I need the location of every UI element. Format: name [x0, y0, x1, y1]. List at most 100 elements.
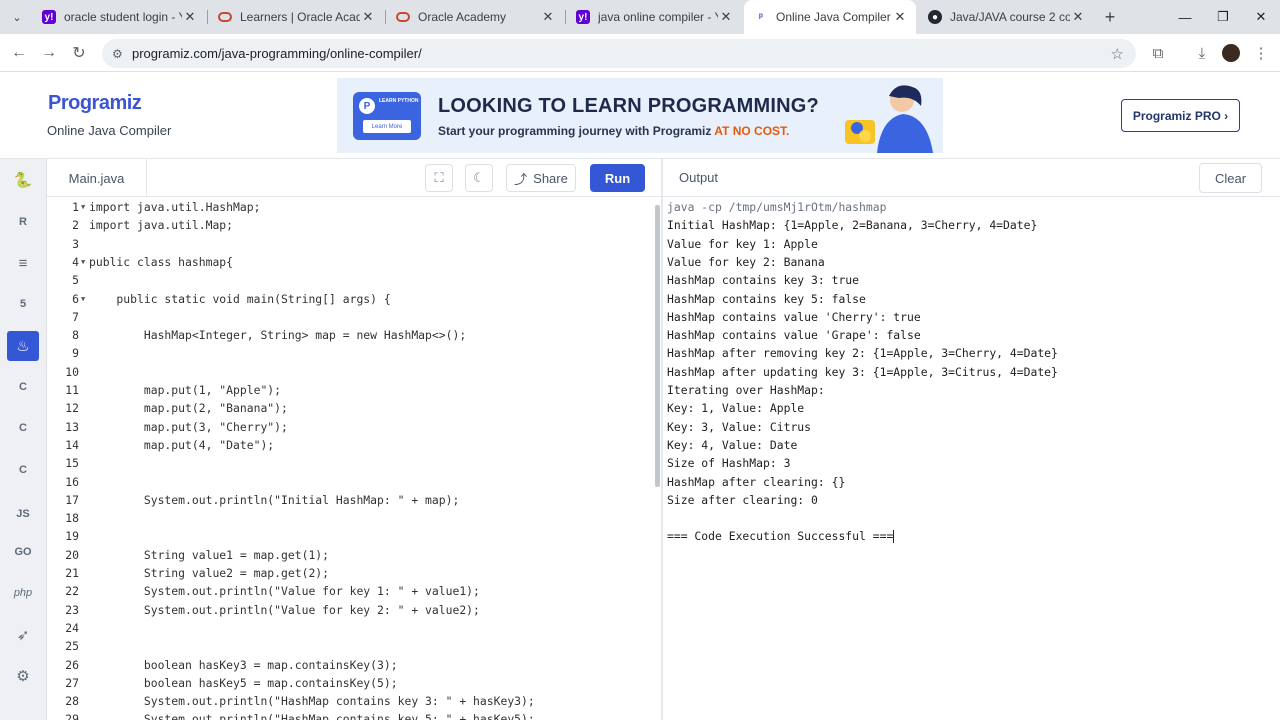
code-line[interactable]: 3 [47, 235, 653, 253]
programiz-pro-button[interactable]: Programiz PRO › [1121, 99, 1240, 132]
code-line[interactable]: 4 ▼ public class hashmap{ [47, 253, 653, 271]
browser-menu-icon[interactable]: ⋮ [1250, 42, 1272, 64]
dark-mode-moon-icon[interactable]: ☾ [465, 164, 493, 192]
code-text: public static void main(String[] args) { [89, 291, 391, 306]
code-line[interactable]: 13 map.put(3, "Cherry"); [47, 418, 653, 436]
reload-icon[interactable]: ↻ [68, 42, 90, 64]
code-line[interactable]: 12 map.put(2, "Banana"); [47, 399, 653, 417]
back-icon[interactable]: ← [8, 42, 30, 64]
code-line[interactable]: 24 [47, 619, 653, 637]
run-button[interactable]: Run [590, 164, 645, 192]
code-text: String value2 = map.get(2); [89, 566, 330, 580]
forward-icon[interactable]: → [38, 42, 60, 64]
rust-icon[interactable]: ⚙ [7, 661, 39, 691]
output-line: Value for key 1: Apple [667, 235, 818, 253]
pane-divider[interactable] [661, 159, 663, 720]
clear-button[interactable]: Clear [1199, 163, 1262, 193]
fold-arrow-icon[interactable]: ▼ [79, 203, 89, 211]
swift-icon[interactable]: ➶ [7, 620, 39, 650]
minimize-icon[interactable]: — [1166, 0, 1204, 34]
code-line[interactable]: 5 [47, 271, 653, 289]
site-info-icon[interactable]: ⚙ [112, 47, 126, 61]
fullscreen-icon[interactable]: ⛶ [425, 164, 453, 192]
code-line[interactable]: 15 [47, 454, 653, 472]
code-line[interactable]: 23 System.out.println("Value for key 2: … [47, 601, 653, 619]
close-tab-icon[interactable]: ✕ [1070, 9, 1086, 25]
close-tab-icon[interactable]: ✕ [892, 9, 908, 25]
code-editor[interactable]: 1 ▼ import java.util.HashMap; 2 import java.… [47, 198, 653, 720]
downloads-icon[interactable]: ⤓ [1191, 42, 1213, 64]
code-line[interactable]: 8 HashMap<Integer, String> map = new Has… [47, 326, 653, 344]
java-icon[interactable]: ♨ [7, 331, 39, 361]
output-line: HashMap contains key 3: true [667, 271, 859, 289]
browser-tab[interactable]: ● Java/JAVA course 2 compl ✕ [918, 0, 1094, 34]
bookmark-star-icon[interactable]: ☆ [1111, 45, 1124, 63]
new-tab-icon[interactable]: + [1100, 7, 1120, 27]
code-line[interactable]: 14 map.put(4, "Date"); [47, 436, 653, 454]
url-text[interactable]: programiz.com/java-programming/online-co… [132, 46, 422, 61]
javascript-icon[interactable]: JS [7, 499, 39, 529]
close-tab-icon[interactable]: ✕ [182, 9, 198, 25]
go-icon[interactable]: GO [7, 537, 39, 567]
code-line[interactable]: 27 boolean hasKey5 = map.containsKey(5); [47, 674, 653, 692]
code-line[interactable]: 16 [47, 473, 653, 491]
logo-text: Programiz [48, 92, 142, 114]
code-line[interactable]: 9 [47, 344, 653, 362]
ad-banner[interactable]: P LEARN PYTHON Learn More LOOKING TO LEA… [337, 78, 943, 153]
share-button[interactable]: ⤴ Share [506, 164, 576, 192]
extensions-icon[interactable]: ⧉ [1147, 42, 1169, 64]
code-line[interactable]: 11 map.put(1, "Apple"); [47, 381, 653, 399]
python-icon[interactable]: 🐍 [7, 165, 39, 195]
browser-tab-active[interactable]: ᵖ Online Java Compiler - Pro ✕ [744, 0, 916, 34]
c-icon[interactable]: C [7, 372, 39, 402]
code-line[interactable]: 18 [47, 509, 653, 527]
output-line: === Code Execution Successful === [667, 527, 895, 545]
code-text: map.put(1, "Apple"); [89, 383, 282, 397]
line-number: 29 [65, 712, 79, 720]
code-line[interactable]: 29 System.out.println("HashMap contains … [47, 710, 653, 720]
code-line[interactable]: 28 System.out.println("HashMap contains … [47, 692, 653, 710]
fold-arrow-icon[interactable]: ▼ [79, 258, 89, 266]
code-line[interactable]: 26 boolean hasKey3 = map.containsKey(3); [47, 656, 653, 674]
code-line[interactable]: 21 String value2 = map.get(2); [47, 564, 653, 582]
file-tab-main-java[interactable]: Main.java [47, 159, 147, 197]
code-line[interactable]: 6 ▼ public static void main(String[] args… [47, 290, 653, 308]
code-line[interactable]: 25 [47, 637, 653, 655]
browser-tab[interactable]: Oracle Academy ✕ [386, 0, 564, 34]
code-line[interactable]: 7 [47, 308, 653, 326]
r-icon[interactable]: R [7, 207, 39, 237]
output-text: HashMap after clearing: {} [667, 474, 846, 489]
editor-scrollbar[interactable] [655, 205, 660, 487]
output-text: Value for key 2: Banana [667, 254, 825, 269]
code-text: System.out.println("Value for key 1: " +… [89, 584, 480, 599]
html-icon[interactable]: 5 [7, 289, 39, 319]
learn-more-button[interactable]: Learn More [363, 120, 411, 133]
close-tab-icon[interactable]: ✕ [540, 9, 556, 25]
code-line[interactable]: 1 ▼ import java.util.HashMap; [47, 198, 653, 216]
output-console[interactable]: java -cp /tmp/umsMj1rOtm/hashmap Initial … [667, 198, 1267, 718]
banner-subline: Start your programming journey with Prog… [438, 124, 789, 138]
sql-icon[interactable]: ≡ [7, 248, 39, 278]
profile-avatar[interactable] [1222, 44, 1240, 62]
code-line[interactable]: 22 System.out.println("Value for key 1: … [47, 582, 653, 600]
code-line[interactable]: 19 [47, 527, 653, 545]
programiz-logo[interactable]: Programiz [48, 92, 142, 115]
window-close-icon[interactable]: ✕ [1242, 0, 1280, 34]
close-tab-icon[interactable]: ✕ [718, 9, 734, 25]
browser-tab[interactable]: Learners | Oracle Academy ✕ [208, 0, 384, 34]
cpp-icon[interactable]: C [7, 413, 39, 443]
csharp-icon[interactable]: C [7, 455, 39, 485]
restore-icon[interactable]: ❐ [1204, 0, 1242, 34]
close-tab-icon[interactable]: ✕ [360, 9, 376, 25]
code-line[interactable]: 17 System.out.println("Initial HashMap: … [47, 491, 653, 509]
fold-arrow-icon[interactable]: ▼ [79, 295, 89, 303]
tab-search-chevron-icon[interactable]: ⌄ [6, 6, 28, 28]
address-bar[interactable]: ⚙ programiz.com/java-programming/online-… [102, 39, 1136, 68]
code-line[interactable]: 20 String value1 = map.get(1); [47, 546, 653, 564]
output-text: HashMap after updating key 3: {1=Apple, … [667, 364, 1058, 379]
code-line[interactable]: 2 import java.util.Map; [47, 216, 653, 234]
code-line[interactable]: 10 [47, 363, 653, 381]
php-icon[interactable]: php [7, 578, 39, 608]
browser-tab[interactable]: y! oracle student login - Yaho ✕ [32, 0, 206, 34]
browser-tab[interactable]: y! java online compiler - Yaho ✕ [566, 0, 742, 34]
